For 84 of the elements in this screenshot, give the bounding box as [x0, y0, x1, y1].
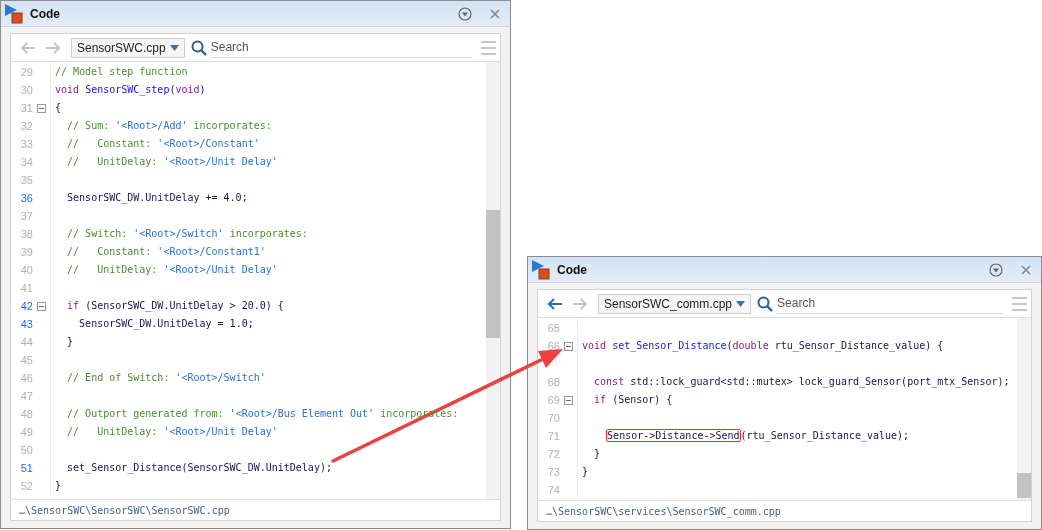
- app-icon: [531, 258, 553, 281]
- code-line: }: [593, 447, 601, 461]
- scrollbar-thumb[interactable]: [1017, 473, 1031, 498]
- search-icon: [190, 39, 207, 56]
- file-path: …\SensorSWC\services\SensorSWC_comm.cpp: [546, 504, 781, 519]
- line-number: 43: [20, 316, 33, 332]
- code-line: // Constant: '<Root>/Constant': [66, 137, 260, 151]
- window-title: Code: [30, 5, 61, 23]
- line-number: 41: [20, 280, 33, 296]
- code-line: void set_Sensor_Distance(double rtu_Sensor_Distance_value) {: [582, 339, 944, 353]
- line-number: 73: [547, 464, 560, 480]
- line-number: 69: [547, 392, 560, 408]
- line-number: 65: [547, 320, 560, 336]
- line-number: 71: [547, 428, 560, 444]
- code-line: // Model step function: [55, 65, 188, 79]
- file-path: …\SensorSWC\SensorSWC\SensorSWC.cpp: [19, 503, 230, 518]
- line-number: 47: [20, 388, 33, 404]
- code-line: }: [55, 479, 62, 493]
- scrollbar[interactable]: [1017, 318, 1031, 500]
- line-number: 31: [20, 100, 33, 116]
- search-field[interactable]: Search: [777, 293, 1003, 314]
- code-line: SensorSWC_DW.UnitDelay += 4.0;: [66, 191, 248, 205]
- code-line: // End of Switch: '<Root>/Switch': [66, 371, 266, 385]
- close-icon[interactable]: [490, 8, 500, 19]
- collapse-icon[interactable]: [37, 103, 46, 113]
- menu-icon[interactable]: [1012, 295, 1027, 312]
- line-number: 30: [20, 82, 33, 98]
- collapse-icon[interactable]: [564, 341, 573, 351]
- line-number: 52: [20, 478, 33, 494]
- line-number: 38: [20, 226, 33, 242]
- code-line: // UnitDelay: '<Root>/Unit Delay': [66, 425, 278, 439]
- code-line: // Sum: '<Root>/Add' incorporates:: [66, 119, 272, 133]
- close-icon[interactable]: [1021, 264, 1031, 275]
- search-field[interactable]: Search: [210, 37, 472, 58]
- code-line: // UnitDelay: '<Root>/Unit Delay': [66, 263, 278, 277]
- line-number: 51: [20, 460, 33, 476]
- dropdown-icon[interactable]: [989, 262, 1003, 277]
- code-line: {: [55, 101, 62, 115]
- code-line: Sensor->Distance->Send(rtu_Sensor_Distance_value);: [605, 429, 910, 443]
- line-number: 44: [20, 334, 33, 350]
- line-number: 29: [20, 64, 33, 80]
- window-title: Code: [557, 261, 588, 279]
- line-number: 45: [20, 352, 33, 368]
- line-number: 50: [20, 442, 33, 458]
- line-number: 34: [20, 154, 33, 170]
- code-line: }: [66, 335, 74, 349]
- scrollbar[interactable]: [486, 62, 500, 499]
- file-dropdown[interactable]: SensorSWC.cpp: [71, 37, 185, 58]
- menu-icon[interactable]: [481, 39, 496, 56]
- code-line: SensorSWC_DW.UnitDelay = 1.0;: [78, 317, 254, 331]
- line-number: 49: [20, 424, 33, 440]
- code-line: if (Sensor) {: [593, 393, 673, 407]
- line-number: 72: [547, 446, 560, 462]
- code-line: set_Sensor_Distance(SensorSWC_DW.UnitDelay);: [66, 461, 332, 475]
- search-icon: [757, 295, 774, 312]
- line-number: 68: [547, 374, 560, 390]
- line-number: 46: [20, 370, 33, 386]
- line-number: 40: [20, 262, 33, 278]
- collapse-icon[interactable]: [37, 301, 46, 311]
- app-icon: [4, 2, 26, 25]
- line-number: 32: [20, 118, 33, 134]
- line-number: 36: [20, 190, 33, 206]
- caret-icon: [169, 44, 179, 51]
- caret-icon: [736, 300, 746, 307]
- line-number: 37: [20, 208, 33, 224]
- line-number: 33: [20, 136, 33, 152]
- collapse-icon[interactable]: [564, 395, 573, 405]
- dropdown-icon[interactable]: [458, 6, 472, 21]
- code-line: const std::lock_guard<std::mutex> lock_guard_Sensor(port_mtx_Sensor);: [593, 375, 1010, 389]
- code-line: // Constant: '<Root>/Constant1': [66, 245, 266, 259]
- code-line: // UnitDelay: '<Root>/Unit Delay': [66, 155, 278, 169]
- line-number: 39: [20, 244, 33, 260]
- line-number: 70: [547, 410, 560, 426]
- scrollbar-thumb[interactable]: [486, 210, 500, 338]
- code-line: }: [582, 465, 589, 479]
- code-line: // Switch: '<Root>/Switch' incorporates:: [66, 227, 308, 241]
- code-line: if (SensorSWC_DW.UnitDelay > 20.0) {: [66, 299, 284, 313]
- line-number: 48: [20, 406, 33, 422]
- code-line: void SensorSWC_step(void): [55, 83, 206, 97]
- line-number: 42: [20, 298, 33, 314]
- line-number: 74: [547, 482, 560, 498]
- line-number: 35: [20, 172, 33, 188]
- file-dropdown[interactable]: SensorSWC_comm.cpp: [598, 293, 752, 314]
- line-number: 66: [547, 338, 560, 354]
